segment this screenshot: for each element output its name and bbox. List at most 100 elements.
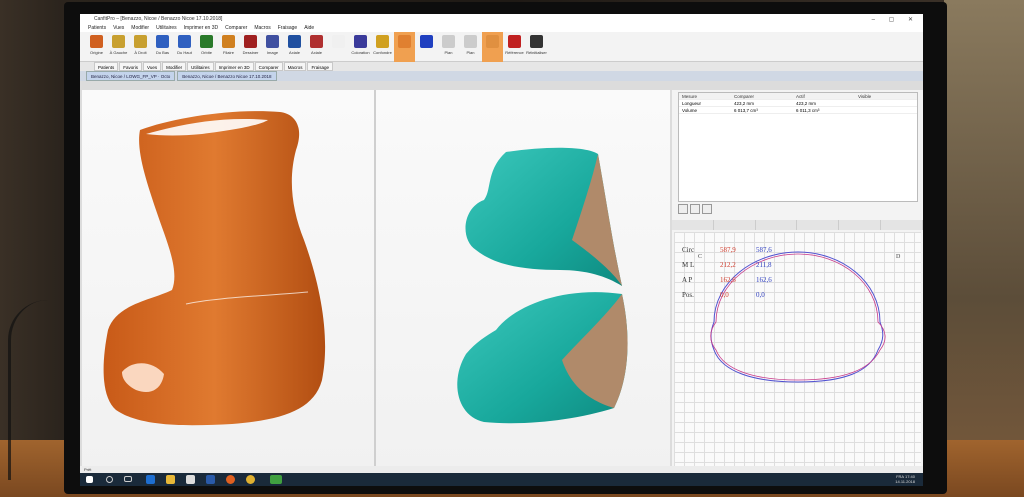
orange-limb-model <box>103 111 326 426</box>
workspace: Mesure Comparer Actif Visible Longueur 4… <box>80 90 923 468</box>
edge-icon[interactable] <box>146 475 155 484</box>
menu-modifier[interactable]: Modifier <box>131 24 149 32</box>
measure-row: A P 162,6 162,6 <box>682 272 792 287</box>
title-bar: CanfitPro – [Benazzo, Nicoe / Benazzo Ni… <box>80 14 923 24</box>
firefox-icon[interactable] <box>226 475 235 484</box>
toolbar-button[interactable]: Filaire <box>218 32 239 62</box>
toolbar-button[interactable]: Référence <box>504 32 525 62</box>
toolbar-label: Orbite <box>201 50 212 55</box>
measurement-panel: Mesure Comparer Actif Visible Longueur 4… <box>672 90 923 468</box>
viewport-left[interactable] <box>82 90 374 468</box>
status-bar: Prêt <box>80 466 923 473</box>
toolbar-icon <box>376 35 389 48</box>
background-wall <box>944 0 1024 497</box>
toolbar-button[interactable] <box>328 32 349 62</box>
task-view-icon[interactable] <box>124 476 132 482</box>
toolbar-icon <box>90 35 103 48</box>
ribbon-tab-patients[interactable]: Patients <box>94 62 119 71</box>
panel-tab-4[interactable] <box>797 220 840 230</box>
table-header-row: Mesure Comparer Actif Visible <box>679 93 917 100</box>
measure-row: Pos. 0,0 0,0 <box>682 287 792 302</box>
ribbon-tab-macros[interactable]: Macros <box>283 62 307 71</box>
toolbar-button[interactable]: Du Bas <box>152 32 173 62</box>
toolbar-button[interactable]: Orbite <box>196 32 217 62</box>
toolbar-button[interactable] <box>416 32 437 62</box>
toolbar-button[interactable]: À Gauche <box>108 32 129 62</box>
measure-value-blue: 587,6 <box>756 245 772 254</box>
menu-fraisage[interactable]: Fraisage <box>278 24 297 32</box>
toolbar-button[interactable]: Plan <box>438 32 459 62</box>
copy-icon[interactable] <box>678 204 688 214</box>
toolbar-icon <box>244 35 257 48</box>
toolbar-button[interactable]: Image <box>262 32 283 62</box>
toolbar-button[interactable]: Axiale <box>284 32 305 62</box>
toolbar-button[interactable]: Du Haut <box>174 32 195 62</box>
photo-scene: CanfitPro – [Benazzo, Nicoe / Benazzo Ni… <box>0 0 1024 497</box>
panel-tab-6[interactable] <box>881 220 923 230</box>
toolbar-button[interactable]: Coloration <box>350 32 371 62</box>
close-icon[interactable] <box>702 204 712 214</box>
toolbar-button[interactable]: Axiale <box>306 32 327 62</box>
toolbar-icon <box>310 35 323 48</box>
toolbar-button[interactable]: Dessiner <box>240 32 261 62</box>
table-row[interactable]: Volume 6 013,7 cm³ 6 011,3 cm³ <box>679 107 917 114</box>
ribbon-tab-imprimer[interactable]: Imprimer en 3D <box>214 62 254 71</box>
menu-aide[interactable]: Aide <box>304 24 314 32</box>
toolbar-button[interactable]: Confondre <box>372 32 393 62</box>
toolbar-label: Dessiner <box>242 50 259 55</box>
toolbar-button[interactable] <box>394 32 415 62</box>
menu-vues[interactable]: Vues <box>113 24 124 32</box>
toolbar-button[interactable]: Origine <box>86 32 107 62</box>
ribbon-tab-favoris[interactable]: Favoris <box>119 62 143 71</box>
ribbon-tab-modifier[interactable]: Modifier <box>162 62 187 71</box>
table-icon[interactable] <box>690 204 700 214</box>
doc-tab-1[interactable]: Benazzo, Nicoe / LOWG_FP_VP · Octo <box>86 71 176 81</box>
panel-tab-3[interactable] <box>756 220 798 230</box>
canfit-app-icon[interactable] <box>270 475 282 484</box>
toolbar-label: Origine <box>90 50 103 55</box>
measure-value-blue: 0,0 <box>756 290 765 299</box>
toolbar-label: Axiale <box>311 50 322 55</box>
menu-macros[interactable]: Macros <box>254 24 270 32</box>
measures-table: Mesure Comparer Actif Visible Longueur 4… <box>678 92 918 202</box>
menu-comparer[interactable]: Comparer <box>225 24 247 32</box>
windows-start-icon[interactable] <box>86 476 93 483</box>
cell-label: Volume <box>682 108 698 113</box>
cell-label: Longueur <box>682 101 702 106</box>
panel-tab-2[interactable] <box>714 220 756 230</box>
menu-patients[interactable]: Patients <box>88 24 106 32</box>
toolbar-icon <box>200 35 213 48</box>
measure-label: Pos. <box>682 290 694 299</box>
ribbon-tab-fraisage[interactable]: Fraisage <box>307 62 333 71</box>
menu-utilitaires[interactable]: Utilitaires <box>156 24 177 32</box>
toolbar-label: Coloration <box>351 50 370 55</box>
ribbon-tab-vues[interactable]: Vues <box>143 62 162 71</box>
folder-icon[interactable] <box>166 475 175 484</box>
panel-tab-1[interactable] <box>672 220 714 230</box>
cell-visible <box>855 100 917 106</box>
search-icon[interactable] <box>106 476 113 483</box>
chrome-icon[interactable] <box>246 475 255 484</box>
window-controls[interactable]: – ▢ ✕ <box>872 15 919 25</box>
ribbon-tab-comparer[interactable]: Comparer <box>254 62 283 71</box>
toolbar-icon <box>266 35 279 48</box>
toolbar-button[interactable]: À Droit <box>130 32 151 62</box>
ribbon-tab-utilitaires[interactable]: Utilitaires <box>187 62 214 71</box>
viewport-right[interactable] <box>376 90 670 468</box>
toolbar-label: Réinitialiser <box>526 50 547 55</box>
monitor-screen: CanfitPro – [Benazzo, Nicoe / Benazzo Ni… <box>80 14 923 486</box>
toolbar-icon <box>420 35 433 48</box>
store-icon[interactable] <box>186 475 195 484</box>
mail-icon[interactable] <box>206 475 215 484</box>
menu-imprimer[interactable]: Imprimer en 3D <box>184 24 218 32</box>
toolbar-button[interactable] <box>482 32 503 62</box>
toolbar-button[interactable]: Plan <box>460 32 481 62</box>
toolbar-label: Du Bas <box>155 50 170 55</box>
system-tray[interactable]: FRA 17:40 14.11.2018 <box>895 474 915 484</box>
toolbar-icon <box>354 35 367 48</box>
panel-tab-5[interactable] <box>839 220 882 230</box>
toolbar-button[interactable]: Réinitialiser <box>526 32 547 62</box>
doc-tab-2[interactable]: Benazzo, Nicoe / Benazzo Nicoe 17.10.201… <box>177 71 277 81</box>
toolbar-icon <box>464 35 477 48</box>
table-row[interactable]: Longueur 423,2 mm 423,2 mm <box>679 100 917 107</box>
